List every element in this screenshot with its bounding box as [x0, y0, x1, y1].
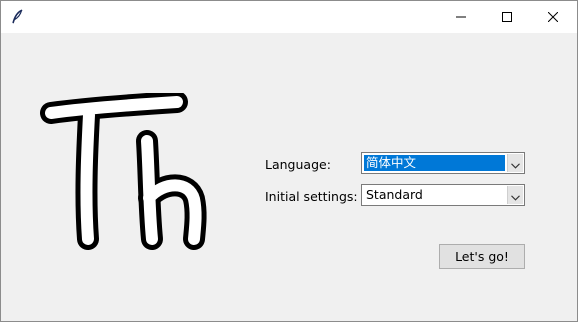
th-logo-graphic [40, 91, 207, 250]
minimize-icon [456, 12, 466, 22]
feather-icon [9, 9, 25, 25]
close-icon [548, 12, 558, 22]
minimize-button[interactable] [438, 1, 484, 33]
language-label: Language: [265, 157, 331, 172]
maximize-icon [502, 12, 512, 22]
app-window: Th Language: 简体中文 Initial settings: Stan… [0, 0, 578, 322]
initial-settings-select-value: Standard [366, 187, 423, 202]
initial-settings-dropdown-button[interactable] [507, 186, 523, 204]
initial-settings-select[interactable]: Standard [361, 184, 525, 206]
close-button[interactable] [530, 1, 576, 33]
language-dropdown-button[interactable] [507, 154, 523, 172]
initial-settings-label: Initial settings: [265, 189, 358, 204]
logo-text: Th [214, 93, 215, 94]
language-select-value: 简体中文 [364, 155, 505, 171]
language-select[interactable]: 简体中文 [361, 152, 525, 174]
maximize-button[interactable] [484, 1, 530, 33]
lets-go-button[interactable]: Let's go! [439, 244, 525, 269]
title-bar[interactable] [1, 1, 577, 33]
chevron-down-icon [511, 154, 520, 173]
chevron-down-icon [511, 186, 520, 205]
app-logo: Th [39, 91, 215, 258]
